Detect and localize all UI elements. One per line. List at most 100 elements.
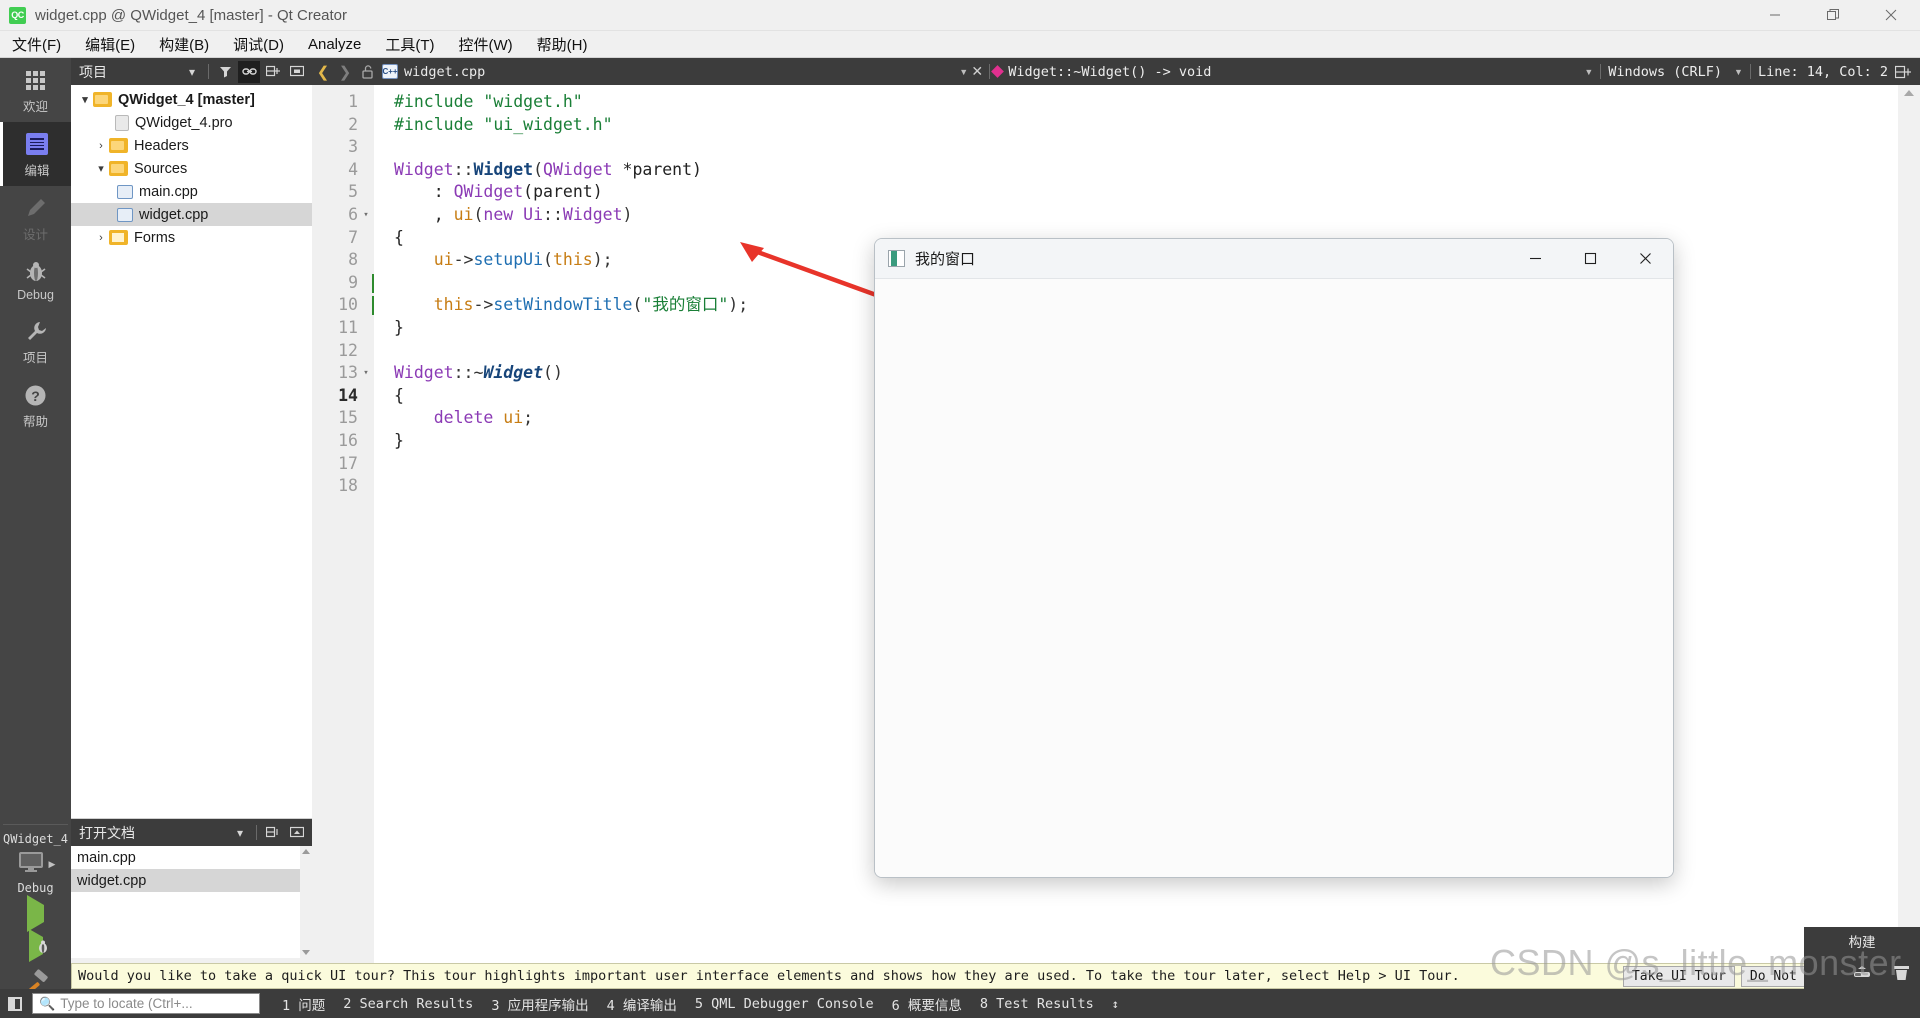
qt-maximize-button[interactable] (1563, 239, 1618, 279)
kit-expand-arrow-icon[interactable]: ▶ (49, 859, 56, 870)
close-panel-icon[interactable] (286, 61, 308, 83)
scroll-up-arrow-icon[interactable] (302, 849, 310, 854)
run-button[interactable] (27, 895, 44, 932)
encoding-caret-icon[interactable]: ▼ (1734, 67, 1743, 77)
menu-build[interactable]: 构建(B) (147, 31, 221, 58)
chevron-down-icon[interactable]: ▾ (77, 93, 93, 106)
locator-input[interactable]: 🔍 Type to locate (Ctrl+... (32, 993, 260, 1014)
open-doc-widget-cpp[interactable]: widget.cpp (71, 869, 312, 892)
open-documents-scrollbar[interactable] (300, 846, 312, 958)
chevron-right-icon[interactable]: › (93, 140, 109, 152)
menu-edit[interactable]: 编辑(E) (73, 31, 147, 58)
code-line-text: , ui(new Ui::Widget) (374, 204, 633, 227)
scroll-up-arrow-icon[interactable] (1904, 90, 1914, 96)
code-line[interactable]: 2 #include "ui_widget.h" (312, 114, 1920, 137)
mode-debug[interactable]: Debug (0, 250, 71, 309)
line-ending-label[interactable]: Windows (CRLF) (1608, 64, 1722, 80)
close-panel-icon[interactable] (286, 822, 308, 844)
back-chevron-icon[interactable]: ❮ (312, 61, 334, 83)
open-documents-list[interactable]: main.cpp widget.cpp (71, 846, 312, 958)
mode-help[interactable]: ? 帮助 (0, 373, 71, 437)
output-pane-search-results[interactable]: 2 Search Results (343, 996, 473, 1012)
code-line[interactable]: 4 Widget::Widget(QWidget *parent) (312, 159, 1920, 182)
menu-file[interactable]: 文件(F) (0, 31, 73, 58)
output-pane-compile-output[interactable]: 4 编译输出 (607, 994, 677, 1014)
output-pane-issues[interactable]: 1 问题 (282, 994, 325, 1014)
mode-welcome[interactable]: 欢迎 (0, 58, 71, 122)
tree-item-forms[interactable]: › Forms (71, 226, 312, 249)
qt-application-window[interactable]: 我的窗口 (874, 238, 1674, 878)
code-line[interactable]: 5 : QWidget(parent) (312, 181, 1920, 204)
mode-help-label: 帮助 (22, 415, 48, 429)
tree-item-sources[interactable]: ▾ Sources (71, 157, 312, 180)
scroll-down-arrow-icon[interactable] (302, 950, 310, 955)
close-button[interactable] (1862, 0, 1920, 31)
kit-target-row[interactable]: ▶ (16, 850, 56, 879)
editor-vertical-scrollbar[interactable] (1898, 85, 1920, 965)
open-documents-panel: 打开文档 ▾ main.cpp widget.cpp (71, 818, 312, 958)
link-icon[interactable] (238, 60, 260, 83)
file-combo-caret-icon[interactable]: ▼ (959, 67, 968, 77)
project-tree[interactable]: ▾ QWidget_4 [master] QWidget_4.pro › Hea… (71, 85, 312, 818)
output-pane-qml-debugger-console[interactable]: 5 QML Debugger Console (695, 996, 874, 1012)
close-document-button[interactable]: ✕ (968, 63, 986, 80)
chevron-right-icon[interactable]: › (93, 232, 109, 244)
output-pane-buttons: 1 问题 2 Search Results 3 应用程序输出 4 编译输出 5 … (282, 994, 1119, 1014)
open-doc-main-cpp[interactable]: main.cpp (71, 846, 312, 869)
output-pane-test-results[interactable]: 8 Test Results (980, 996, 1094, 1012)
kit-build-config: Debug (17, 881, 54, 895)
code-line[interactable]: 3 (312, 136, 1920, 159)
code-line-text: this->setWindowTitle("我的窗口"); (374, 294, 748, 317)
tree-item-widget-cpp[interactable]: widget.cpp (71, 203, 312, 226)
split-icon[interactable] (262, 822, 284, 844)
code-line[interactable]: 1 #include "widget.h" (312, 91, 1920, 114)
forward-chevron-icon[interactable]: ❯ (334, 61, 356, 83)
toggle-sidebar-icon[interactable] (0, 989, 30, 1018)
mode-projects[interactable]: 项目 (0, 309, 71, 373)
filter-icon[interactable] (214, 61, 236, 83)
output-pane-application-output[interactable]: 3 应用程序输出 (491, 994, 588, 1014)
menu-help[interactable]: 帮助(H) (525, 31, 600, 58)
symbol-selector-combo[interactable]: Widget::~Widget() -> void (991, 64, 1211, 80)
kit-selector[interactable]: QWidget_4 ▶ Debug (0, 825, 71, 905)
line-number: 10 (338, 295, 358, 315)
tree-item-pro-file[interactable]: QWidget_4.pro (71, 111, 312, 134)
menu-widgets[interactable]: 控件(W) (447, 31, 525, 58)
qt-close-button[interactable] (1618, 239, 1673, 279)
tree-item-headers[interactable]: › Headers (71, 134, 312, 157)
chevron-down-icon[interactable]: ▾ (93, 162, 109, 175)
menu-tools[interactable]: 工具(T) (373, 31, 446, 58)
file-selector-combo[interactable]: C++ widget.cpp (378, 61, 489, 83)
split-icon[interactable] (262, 61, 284, 83)
trash-icon[interactable] (1893, 965, 1910, 984)
kit-project-name: QWidget_4 (2, 832, 69, 846)
mode-design[interactable]: 设计 (0, 186, 71, 250)
qt-minimize-button[interactable] (1508, 239, 1563, 279)
fold-marker-icon[interactable]: ▾ (358, 204, 374, 227)
debug-button[interactable] (28, 929, 47, 962)
code-token: -> (453, 250, 474, 270)
unlocked-icon[interactable] (356, 61, 378, 83)
minimize-button[interactable] (1746, 0, 1804, 31)
progress-bar-icon[interactable] (1853, 966, 1871, 983)
output-pane-general-messages[interactable]: 6 概要信息 (892, 994, 962, 1014)
restore-button[interactable] (1804, 0, 1862, 31)
fold-marker-icon[interactable]: ▾ (358, 362, 374, 385)
tree-item-main-cpp[interactable]: main.cpp (71, 180, 312, 203)
up-down-arrows-icon[interactable]: ↕ (1112, 997, 1119, 1011)
code-token: ( (632, 295, 643, 315)
tree-item-project[interactable]: ▾ QWidget_4 [master] (71, 88, 312, 111)
split-editor-icon[interactable] (1892, 61, 1914, 83)
menu-analyze[interactable]: Analyze (296, 33, 373, 56)
code-line[interactable]: 6 ▾ , ui(new Ui::Widget) (312, 204, 1920, 227)
qt-window-client-area[interactable] (875, 279, 1673, 877)
projects-panel-header: 项目 ▾ (71, 58, 312, 85)
take-ui-tour-button[interactable]: Take UI Tour (1622, 965, 1735, 987)
menu-debug[interactable]: 调试(D) (221, 31, 296, 58)
chevron-down-icon[interactable]: ▾ (229, 822, 251, 844)
chevron-down-icon[interactable]: ▾ (181, 61, 203, 83)
line-ending-caret-icon[interactable]: ▼ (1584, 67, 1593, 77)
code-token: } (394, 430, 404, 450)
mode-edit[interactable]: 编辑 (0, 122, 71, 186)
